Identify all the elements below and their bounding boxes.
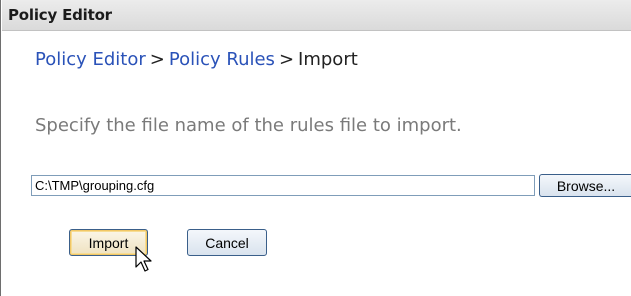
breadcrumb-link-policy-editor[interactable]: Policy Editor <box>35 49 146 70</box>
breadcrumb-separator: > <box>278 49 295 70</box>
file-path-input[interactable] <box>31 175 535 196</box>
breadcrumb-link-policy-rules[interactable]: Policy Rules <box>169 49 275 70</box>
breadcrumb: Policy Editor > Policy Rules > Import <box>35 49 358 70</box>
mouse-pointer-icon <box>135 246 152 272</box>
breadcrumb-separator: > <box>149 49 165 70</box>
window-title: Policy Editor <box>8 6 112 24</box>
browse-button[interactable]: Browse... <box>539 174 631 197</box>
breadcrumb-current-import: Import <box>298 49 358 70</box>
policy-editor-window: Policy Editor Policy Editor > Policy Rules… <box>0 0 631 296</box>
cancel-button[interactable]: Cancel <box>187 229 267 256</box>
instructions-text: Specify the file name of the rules file … <box>35 115 462 136</box>
title-bar: Policy Editor <box>2 0 631 31</box>
